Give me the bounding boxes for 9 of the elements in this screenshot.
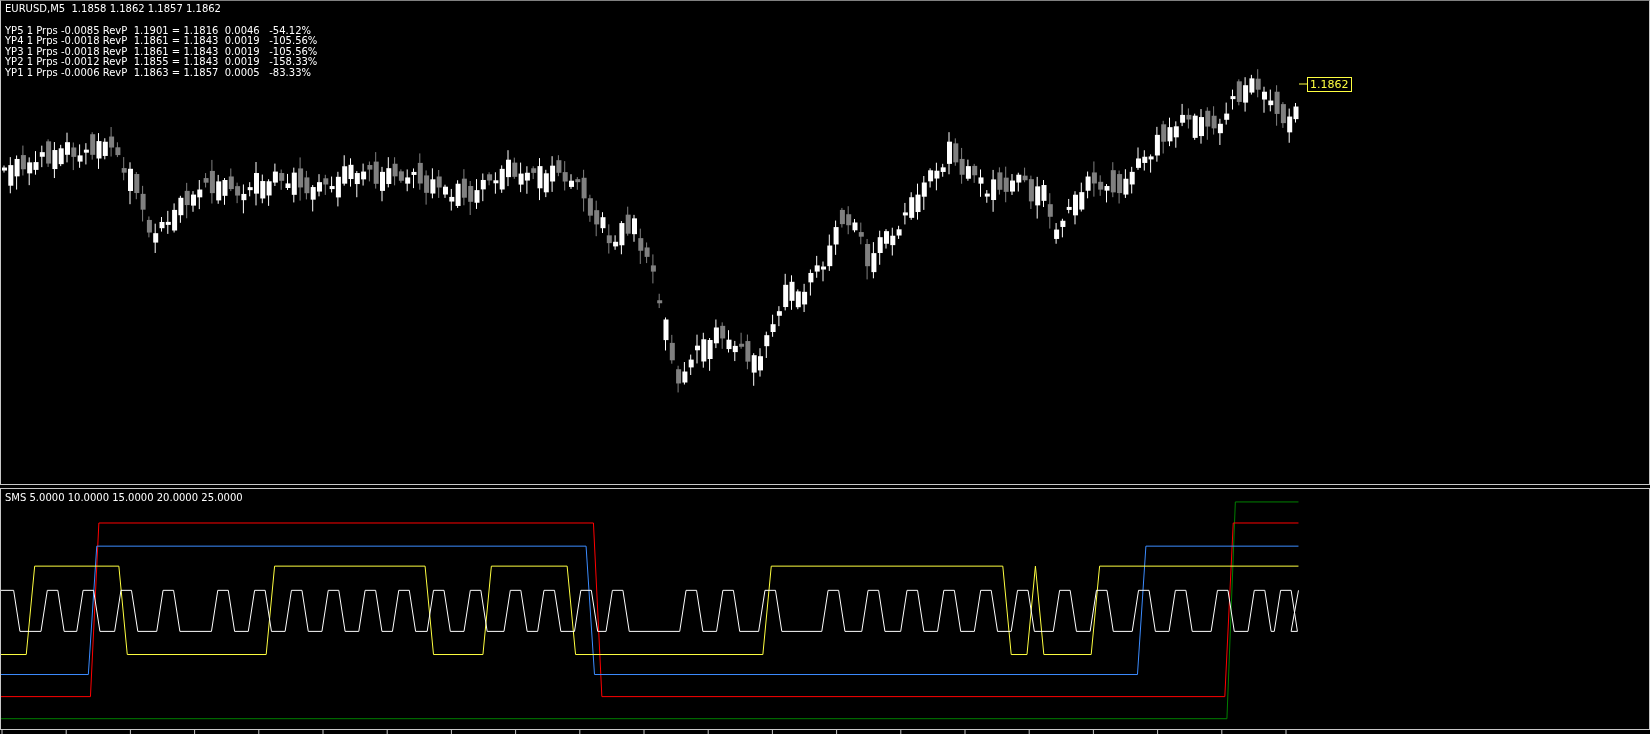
level-readout: YP1 1 Prps -0.0006 RevP 1.1863 = 1.1857 0.0005 -83.33% <box>5 67 312 78</box>
chart-header: EURUSD,M5 1.1858 1.1862 1.1857 1.1862 <box>5 4 222 15</box>
level-readout: YP3 1 Prps -0.0018 RevP 1.1861 = 1.1843 0.0019 -105.56% <box>5 46 318 57</box>
level-readout: YP2 1 Prps -0.0012 RevP 1.1855 = 1.1843 0.0019 -158.33% <box>5 57 318 68</box>
level-readout: YP4 1 Prps -0.0018 RevP 1.1861 = 1.1843 0.0019 -105.56% <box>5 36 318 47</box>
price-label: 1.1862 <box>1307 77 1352 92</box>
indicator-label: SMS 5.0000 10.0000 15.0000 20.0000 25.0000 <box>5 492 243 503</box>
leader-line <box>1298 83 1308 85</box>
level-readout: YP5 1 Prps -0.0085 RevP 1.1901 = 1.1816 0.0046 -54.12% <box>5 25 311 36</box>
